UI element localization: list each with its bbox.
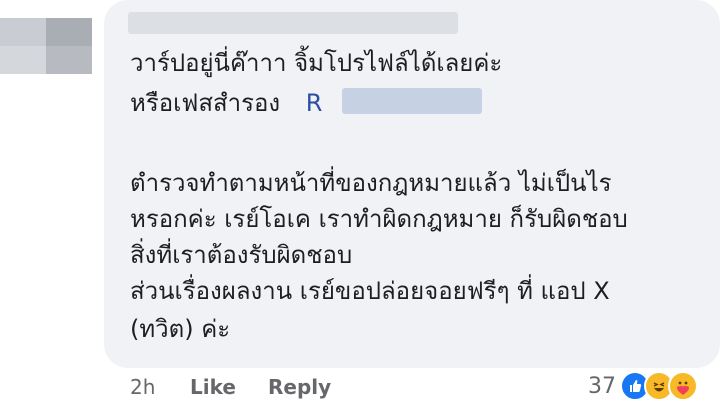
avatar[interactable] [0, 18, 92, 74]
comment-timestamp[interactable]: 2h [130, 374, 155, 400]
reply-button[interactable]: Reply [268, 374, 331, 400]
mention-link[interactable]: R [306, 89, 323, 117]
mention-redacted[interactable] [342, 88, 482, 114]
like-button[interactable]: Like [190, 374, 236, 400]
care-icon [668, 371, 698, 401]
comment-line: วาร์ปอยู่นี่ค๊าาา จิ้มโปรไฟล์ได้เลยค่ะ [130, 49, 503, 77]
reactions-summary[interactable]: 37 [588, 368, 698, 404]
author-name-redacted[interactable] [128, 12, 458, 34]
comment-line: ส่วนเรื่องผลงาน เรย์ขอปล่อยจอยฟรีๆ ที่ แ… [130, 277, 610, 305]
comment-line: สิ่งที่เราต้องรับผิดชอบ [130, 241, 353, 269]
facebook-comment: วาร์ปอยู่นี่ค๊าาา จิ้มโปรไฟล์ได้เลยค่ะ ห… [0, 0, 728, 408]
comment-text: หรือเฟสสำรอง [130, 89, 281, 117]
comment-bubble: วาร์ปอยู่นี่ค๊าาา จิ้มโปรไฟล์ได้เลยค่ะ ห… [104, 0, 720, 368]
reaction-count: 37 [588, 373, 616, 399]
comment-line: หรือเฟสสำรอง R [130, 88, 322, 118]
comment-line: (ทวิต) ค่ะ [130, 315, 231, 343]
comment-line: ตำรวจทำตามหน้าที่ของกฎหมายแล้ว ไม่เป็นไร [130, 169, 612, 197]
comment-line: หรอกค่ะ เรย์โอเค เราทำผิดกฎหมาย ก็รับผิด… [130, 205, 628, 233]
